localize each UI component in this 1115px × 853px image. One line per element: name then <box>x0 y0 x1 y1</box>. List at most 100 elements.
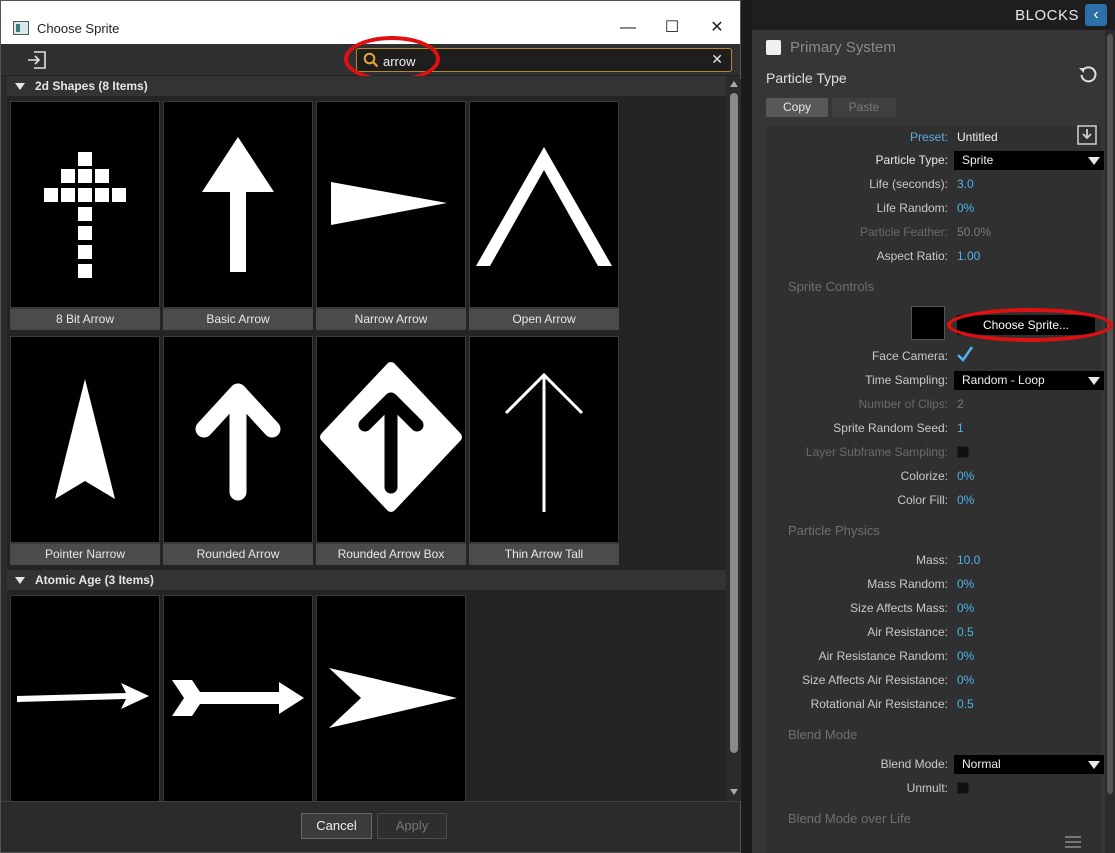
properties-panel: BLOCKS ‹ Primary System Particle Type Co… <box>752 0 1115 853</box>
save-preset-icon[interactable] <box>1076 124 1098 146</box>
size-affects-air-resistance-label: Size Affects Air Resistance: <box>802 673 948 687</box>
sprite-label: Rounded Arrow Box <box>316 544 466 565</box>
color-fill-value[interactable]: 0% <box>957 493 974 507</box>
app-icon <box>13 21 29 35</box>
sprite-card[interactable]: Open Arrow <box>469 101 619 330</box>
blend-mode-label: Blend Mode: <box>880 757 948 771</box>
clear-search-icon[interactable]: ✕ <box>711 51 723 68</box>
layer-subframe-label: Layer Subframe Sampling: <box>805 445 948 459</box>
paste-button[interactable]: Paste <box>832 98 896 117</box>
sprite-card[interactable]: Pointer Narrow <box>10 336 160 565</box>
pixel-arrow-icon <box>44 152 126 278</box>
apply-button[interactable]: Apply <box>377 813 447 839</box>
blend-mode-over-life-title: Blend Mode over Life <box>788 811 911 826</box>
air-resistance-label: Air Resistance: <box>867 625 948 639</box>
aspect-ratio-value[interactable]: 1.00 <box>957 249 980 263</box>
collapse-triangle-icon <box>15 83 25 90</box>
life-value[interactable]: 3.0 <box>957 177 974 191</box>
particle-feather-value: 50.0% <box>957 225 992 239</box>
blend-mode-dropdown[interactable]: Normal <box>954 755 1104 774</box>
rotational-air-resistance-value[interactable]: 0.5 <box>957 697 974 711</box>
copy-button[interactable]: Copy <box>766 98 828 117</box>
time-sampling-row: Time Sampling: Random - Loop <box>766 371 1106 390</box>
life-random-value[interactable]: 0% <box>957 201 974 215</box>
sprite-thumbnail <box>164 596 312 801</box>
sprite-thumbnail <box>11 337 159 542</box>
sprite-random-seed-value[interactable]: 1 <box>957 421 964 435</box>
panel-scrollbar[interactable] <box>1105 30 1115 853</box>
sprite-card[interactable]: 8 Bit Arrow <box>10 101 160 330</box>
chevron-left-icon[interactable]: ‹ <box>1085 4 1107 26</box>
scroll-down-icon[interactable] <box>730 789 738 795</box>
mass-random-value[interactable]: 0% <box>957 577 974 591</box>
scroll-up-icon[interactable] <box>730 81 738 87</box>
sprite-label: Pointer Narrow <box>10 544 160 565</box>
sprite-label: Basic Arrow <box>163 309 313 330</box>
sprite-random-seed-row: Sprite Random Seed: 1 <box>766 419 1106 437</box>
particle-physics-title: Particle Physics <box>788 523 880 538</box>
caret-down-icon <box>1088 157 1100 165</box>
maximize-button[interactable]: ☐ <box>649 15 695 41</box>
sprite-label: Open Arrow <box>469 309 619 330</box>
sprite-label: Thin Arrow Tall <box>469 544 619 565</box>
aspect-ratio-label: Aspect Ratio: <box>876 249 948 263</box>
sprite-thumbnail <box>317 596 465 801</box>
highlight-ring <box>947 308 1113 342</box>
category-header[interactable]: 2d Shapes (8 Items) <box>7 76 726 96</box>
properties-list: Preset: Untitled Particle Type: Sprite L… <box>766 125 1113 853</box>
mass-value[interactable]: 10.0 <box>957 553 980 567</box>
sprite-card[interactable]: Basic Arrow <box>163 101 313 330</box>
sprite-card[interactable] <box>163 595 313 801</box>
unmult-checkbox[interactable] <box>957 782 969 794</box>
long-arrow-right-icon <box>17 683 149 709</box>
blend-mode-value: Normal <box>962 757 1001 771</box>
narrow-arrow-icon <box>331 182 447 225</box>
size-affects-mass-value[interactable]: 0% <box>957 601 974 615</box>
sprite-card[interactable] <box>10 595 160 801</box>
layer-subframe-checkbox[interactable] <box>957 446 969 458</box>
size-affects-air-resistance-value[interactable]: 0% <box>957 673 974 687</box>
dialog-scrollbar[interactable] <box>727 79 741 801</box>
time-sampling-dropdown[interactable]: Random - Loop <box>954 371 1104 390</box>
arrow-up-icon <box>202 137 274 272</box>
blend-mode-row: Blend Mode: Normal <box>766 755 1106 774</box>
system-enable-checkbox[interactable] <box>766 40 781 55</box>
pointer-narrow-icon <box>55 379 115 499</box>
particle-type-dropdown[interactable]: Sprite <box>954 151 1104 170</box>
air-resistance-value[interactable]: 0.5 <box>957 625 974 639</box>
panel-scroll-thumb[interactable] <box>1107 34 1113 794</box>
preset-row: Preset: Untitled <box>766 125 1106 146</box>
chevron-arrow-right-icon <box>329 668 457 728</box>
section-title: Particle Type <box>766 70 847 86</box>
rotational-air-resistance-label: Rotational Air Resistance: <box>810 697 948 711</box>
reset-icon[interactable] <box>1077 64 1099 86</box>
preset-value[interactable]: Untitled <box>957 130 998 144</box>
close-button[interactable]: ✕ <box>694 15 740 41</box>
sprite-controls-title: Sprite Controls <box>788 279 874 294</box>
sprite-card[interactable]: Narrow Arrow <box>316 101 466 330</box>
air-resistance-random-value[interactable]: 0% <box>957 649 974 663</box>
scroll-thumb[interactable] <box>730 93 738 753</box>
minimize-button[interactable]: — <box>605 15 651 41</box>
colorize-value[interactable]: 0% <box>957 469 974 483</box>
color-fill-row: Color Fill: 0% <box>766 491 1106 509</box>
colorize-row: Colorize: 0% <box>766 467 1106 485</box>
checkmark-icon[interactable] <box>956 345 974 363</box>
particle-feather-row: Particle Feather: 50.0% <box>766 223 1106 241</box>
blocks-title: BLOCKS <box>1015 7 1079 24</box>
open-arrow-icon <box>476 147 612 266</box>
sprite-card[interactable] <box>316 595 466 801</box>
import-icon[interactable] <box>27 51 47 69</box>
category-header[interactable]: Atomic Age (3 Items) <box>7 570 726 590</box>
cancel-button[interactable]: Cancel <box>301 813 372 839</box>
sprite-card[interactable]: Thin Arrow Tall <box>469 336 619 565</box>
time-sampling-value: Random - Loop <box>962 373 1045 387</box>
sprite-card[interactable]: Rounded Arrow Box <box>316 336 466 565</box>
rounded-arrow-box-icon <box>320 362 462 512</box>
number-of-clips-label: Number of Clips: <box>858 397 948 411</box>
sprite-thumbnail <box>11 102 159 307</box>
system-title: Primary System <box>790 39 896 56</box>
sprite-card[interactable]: Rounded Arrow <box>163 336 313 565</box>
menu-icon[interactable] <box>1065 836 1081 848</box>
life-random-row: Life Random: 0% <box>766 199 1106 217</box>
